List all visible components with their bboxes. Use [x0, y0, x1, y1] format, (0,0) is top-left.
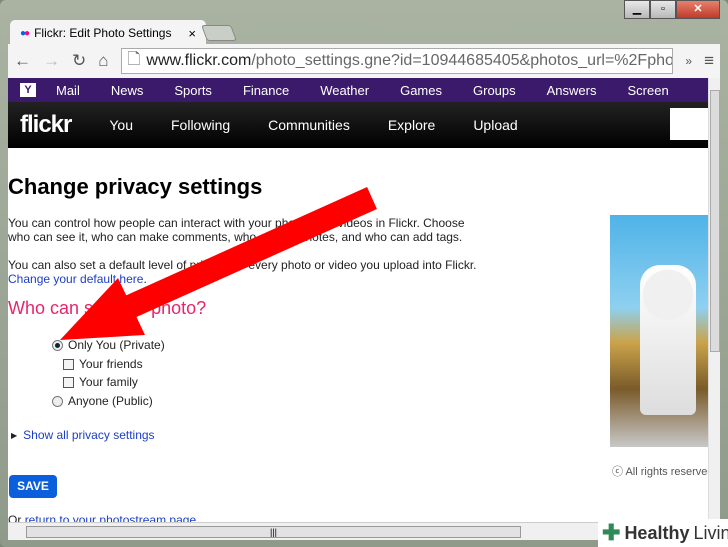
close-window-button[interactable]: ✕	[676, 0, 720, 19]
url-host: www.flickr.com	[146, 52, 252, 69]
copyright-icon: ⓒ	[612, 466, 623, 478]
nav-communities[interactable]: Communities	[268, 117, 350, 133]
vertical-scrollbar[interactable]	[708, 78, 720, 522]
flickr-favicon: ●●	[20, 27, 30, 39]
save-button[interactable]: SAVE	[9, 475, 57, 498]
show-all-link[interactable]: Show all privacy settings	[23, 428, 154, 442]
browser-toolbar: ← → ↻ ⌂ 🗋 www.flickr.com /photo_settings…	[8, 44, 720, 78]
reload-icon[interactable]: ↻	[72, 51, 86, 71]
intro-text: You can control how people can interact …	[8, 216, 465, 244]
radio-anyone[interactable]	[52, 395, 63, 407]
extensions-overflow-icon[interactable]: »	[685, 54, 692, 68]
address-bar[interactable]: 🗋 www.flickr.com /photo_settings.gne?id=…	[120, 48, 674, 74]
change-default-link[interactable]: Change your default here	[8, 272, 143, 286]
nav-upload[interactable]: Upload	[473, 117, 517, 133]
rights-notice: ⓒ All rights reserved	[612, 463, 714, 479]
radio-only-you[interactable]	[52, 339, 63, 351]
option-your-family[interactable]: Your family	[63, 375, 138, 389]
option-label: Your friends	[79, 357, 143, 371]
expand-triangle-icon: ▶	[11, 430, 18, 440]
yahoo-logo[interactable]: Y	[20, 83, 36, 97]
checkbox-your-family[interactable]	[63, 376, 74, 388]
nav-explore[interactable]: Explore	[388, 117, 435, 133]
forward-icon[interactable]: →	[43, 51, 60, 71]
page-viewport: Y Mail News Sports Finance Weather Games…	[8, 78, 720, 540]
rights-text: All rights reserved	[625, 466, 714, 478]
default-privacy-text: You can also set a default level of priv…	[8, 258, 477, 286]
plus-leaf-icon: ✚	[602, 520, 621, 545]
flickr-logo[interactable]: flickr	[20, 111, 72, 139]
nav-you[interactable]: You	[109, 117, 133, 133]
new-tab-button[interactable]	[201, 25, 237, 41]
checkbox-your-friends[interactable]	[63, 358, 74, 370]
maximize-button[interactable]: ▫	[650, 0, 676, 19]
yahoo-nav-games[interactable]: Games	[400, 83, 442, 98]
nav-following[interactable]: Following	[171, 117, 230, 133]
yahoo-nav-groups[interactable]: Groups	[473, 83, 516, 98]
yahoo-nav-news[interactable]: News	[111, 83, 144, 98]
yahoo-nav-finance[interactable]: Finance	[243, 83, 289, 98]
main-content: Change privacy settings You can control …	[8, 148, 714, 527]
option-label: Your family	[79, 375, 138, 389]
option-your-friends[interactable]: Your friends	[63, 357, 143, 371]
yahoo-nav-bar: Y Mail News Sports Finance Weather Games…	[8, 78, 708, 102]
yahoo-nav-sports[interactable]: Sports	[174, 83, 212, 98]
search-input[interactable]	[670, 108, 708, 140]
watermark-rest: Living	[693, 522, 728, 543]
yahoo-nav-mail[interactable]: Mail	[56, 83, 80, 98]
window-controls: ▁ ▫ ✕	[624, 0, 720, 19]
browser-tab[interactable]: ●● Flickr: Edit Photo Settings ×	[10, 20, 206, 46]
yahoo-nav-screen[interactable]: Screen	[628, 83, 669, 98]
option-label: Only You (Private)	[68, 338, 165, 352]
healthy-living-watermark: ✚ HealthyLiving	[598, 519, 728, 547]
option-anyone[interactable]: Anyone (Public)	[52, 394, 153, 408]
browser-window: ▁ ▫ ✕ ●● Flickr: Edit Photo Settings × ←…	[0, 0, 728, 547]
close-tab-icon[interactable]: ×	[188, 26, 196, 41]
scrollbar-thumb[interactable]: |||	[26, 526, 521, 538]
yahoo-nav-answers[interactable]: Answers	[547, 83, 597, 98]
minimize-button[interactable]: ▁	[624, 0, 650, 19]
yahoo-nav-weather[interactable]: Weather	[320, 83, 369, 98]
url-path: /photo_settings.gne?id=10944685405&photo…	[251, 52, 674, 69]
show-all-toggle[interactable]: ▶ Show all privacy settings	[11, 428, 155, 442]
page-title: Change privacy settings	[8, 174, 263, 199]
option-only-you[interactable]: Only You (Private)	[52, 338, 165, 352]
scrollbar-thumb[interactable]	[710, 90, 720, 352]
home-icon[interactable]: ⌂	[98, 51, 108, 71]
tab-title: Flickr: Edit Photo Settings	[34, 26, 172, 40]
question-heading: Who can see this photo?	[8, 298, 207, 318]
photo-thumbnail	[610, 215, 708, 447]
watermark-bold: Healthy	[624, 522, 690, 543]
back-icon[interactable]: ←	[14, 51, 31, 71]
flickr-nav-bar: flickr You Following Communities Explore…	[8, 102, 708, 148]
photo-subject	[640, 265, 696, 415]
default-text: You can also set a default level of priv…	[8, 258, 477, 272]
option-label: Anyone (Public)	[68, 394, 153, 408]
menu-icon[interactable]: ≡	[704, 51, 714, 71]
page-icon: 🗋	[127, 50, 141, 68]
